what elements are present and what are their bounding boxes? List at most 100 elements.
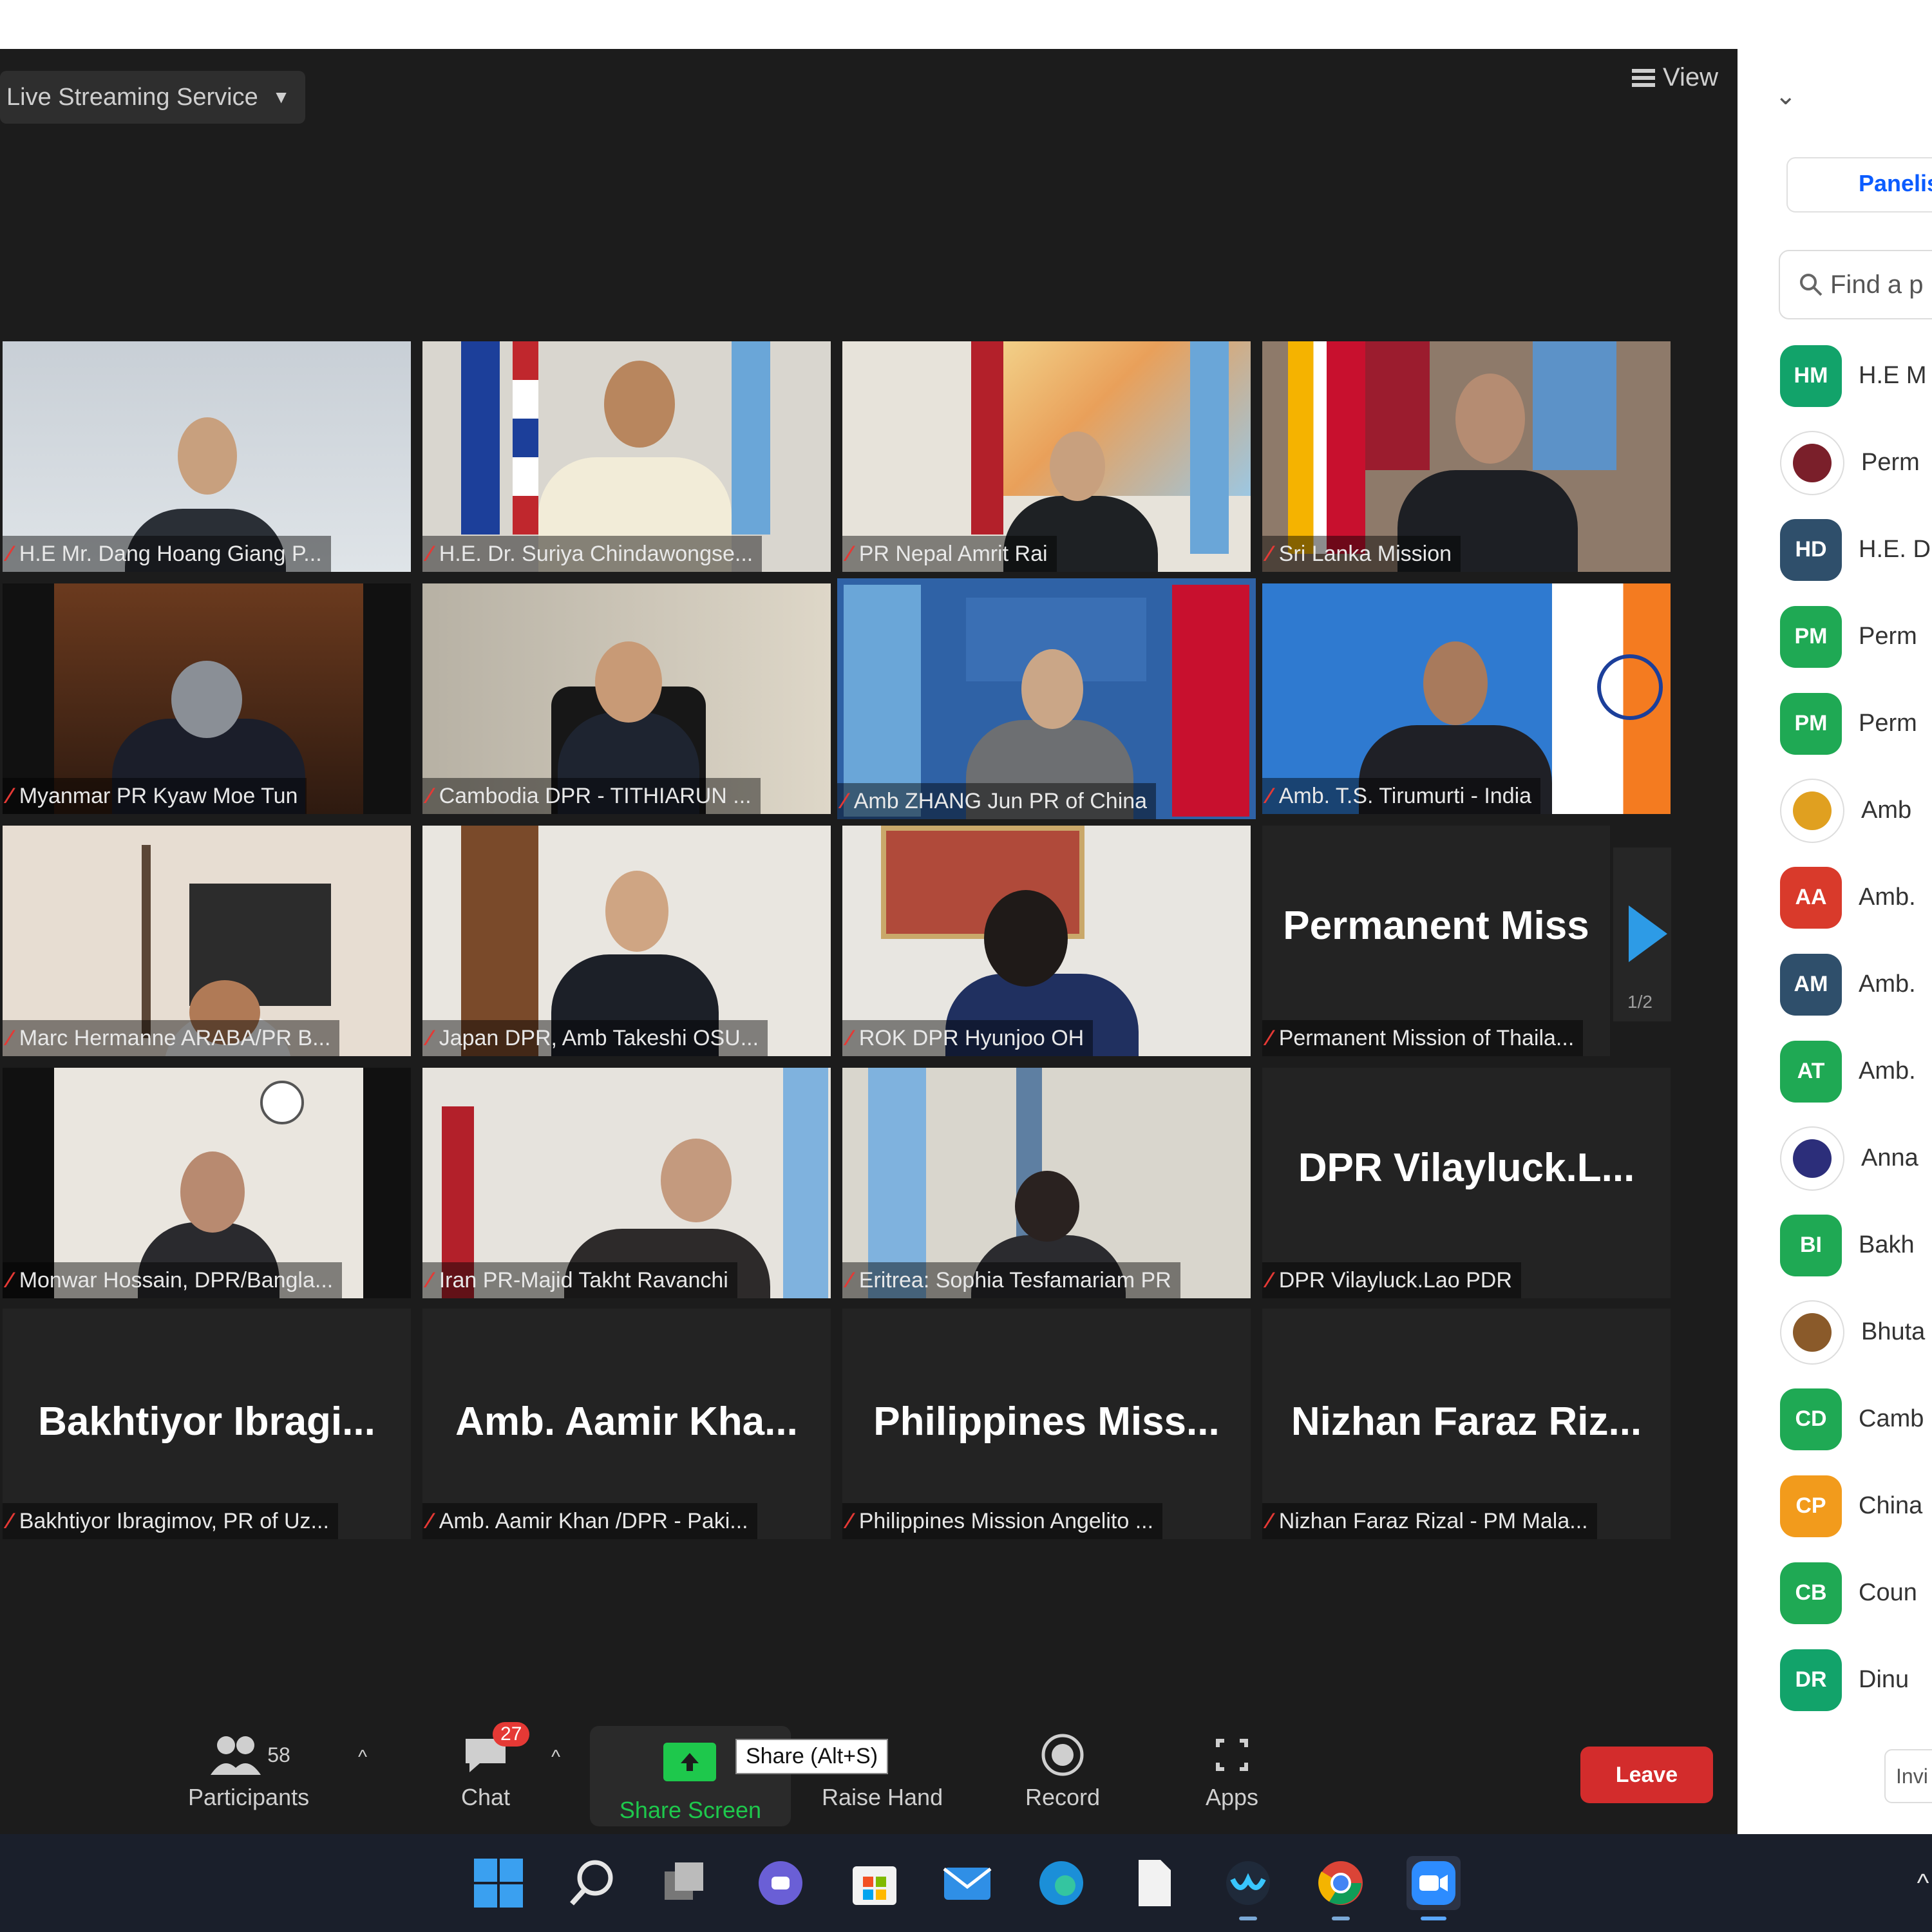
video-tile[interactable]: ⁄ Myanmar PR Kyaw Moe Tun	[3, 583, 411, 814]
chat-unread-badge: 27	[493, 1722, 530, 1747]
participant-name: Amb.	[1859, 971, 1916, 998]
participant-nameplate: ⁄ Cambodia DPR - TITHIARUN ...	[422, 778, 761, 814]
mic-muted-icon: ⁄	[428, 1025, 431, 1050]
video-tile[interactable]: ⁄ H.E Mr. Dang Hoang Giang P...	[3, 341, 411, 572]
chat-button[interactable]: 27 Chat	[461, 1722, 530, 1811]
participant-nameplate: ⁄ Amb ZHANG Jun PR of China	[837, 783, 1157, 819]
mail-icon[interactable]	[940, 1856, 994, 1910]
participant-nameplate: ⁄ Bakhtiyor Ibragimov, PR of Uz...	[3, 1503, 338, 1539]
participant-list-item[interactable]: AM Amb.	[1780, 941, 1931, 1028]
participant-list-item[interactable]: HM H.E M	[1780, 332, 1931, 419]
avatar: HD	[1780, 518, 1842, 581]
participants-button[interactable]: 58 Participants	[188, 1726, 309, 1811]
avatar: AA	[1780, 866, 1842, 929]
mic-muted-icon: ⁄	[1267, 783, 1271, 808]
raise-hand-label: Raise Hand	[822, 1784, 943, 1810]
chrome-icon[interactable]	[1314, 1856, 1368, 1920]
participant-list-item[interactable]: Amb	[1780, 767, 1931, 854]
mic-muted-icon: ⁄	[1267, 541, 1271, 566]
participant-nameplate: ⁄ ROK DPR Hyunjoo OH	[842, 1020, 1094, 1056]
video-tile[interactable]: ⁄ Japan DPR, Amb Takeshi OSU...	[422, 826, 831, 1056]
share-tooltip: Share (Alt+S)	[735, 1739, 889, 1774]
mic-muted-icon: ⁄	[842, 788, 846, 813]
live-streaming-dropdown[interactable]: Live Streaming Service ▼	[0, 71, 305, 124]
running-indicator	[1239, 1917, 1257, 1920]
task-view-icon[interactable]	[657, 1856, 711, 1910]
participant-name: Amb	[1861, 797, 1912, 824]
avatar	[1780, 430, 1844, 495]
next-page-button[interactable]: 1/2	[1613, 848, 1671, 1021]
participant-list-item[interactable]: PM Perm	[1780, 593, 1931, 680]
search-icon	[1800, 274, 1823, 296]
video-tile[interactable]: Bakhtiyor Ibragi... ⁄ Bakhtiyor Ibragimov…	[3, 1309, 411, 1539]
participant-list-item[interactable]: PM Perm	[1780, 680, 1931, 767]
mic-muted-icon: ⁄	[428, 1267, 431, 1293]
participant-nameplate: ⁄ H.E Mr. Dang Hoang Giang P...	[3, 536, 331, 572]
participant-list-item[interactable]: Anna	[1780, 1115, 1931, 1202]
grid-view-icon	[1632, 68, 1656, 87]
chevron-up-icon[interactable]: ^	[1896, 1856, 1932, 1910]
avatar: DR	[1780, 1649, 1842, 1711]
participant-list-item[interactable]: CD Camb	[1780, 1376, 1931, 1463]
video-tile[interactable]: ⁄ Iran PR-Majid Takht Ravanchi	[422, 1068, 831, 1298]
participant-name: Amb.	[1859, 884, 1916, 911]
file-icon[interactable]	[1127, 1856, 1181, 1910]
video-tile[interactable]: ⁄ ROK DPR Hyunjoo OH	[842, 826, 1251, 1056]
invite-button[interactable]: Invi	[1884, 1749, 1932, 1803]
zoom-icon[interactable]	[1406, 1856, 1461, 1920]
mic-muted-icon: ⁄	[428, 541, 431, 566]
avatar	[1780, 1126, 1844, 1191]
participant-name: Perm	[1861, 449, 1920, 476]
video-tile[interactable]: ⁄ Marc Hermanne ARABA/PR B...	[3, 826, 411, 1056]
store-icon[interactable]	[848, 1856, 902, 1910]
avatar: AT	[1780, 1040, 1842, 1103]
participant-list-item[interactable]: CB Coun	[1780, 1549, 1931, 1636]
participant-name: Dinu	[1859, 1666, 1909, 1693]
participant-list-item[interactable]: HD H.E. D	[1780, 506, 1931, 593]
participant-nameplate: ⁄ Eritrea: Sophia Tesfamariam PR	[842, 1262, 1180, 1298]
chat-label: Chat	[461, 1784, 511, 1810]
participant-list-item[interactable]: Perm	[1780, 419, 1931, 506]
participant-list-item[interactable]: Bhuta	[1780, 1289, 1931, 1376]
video-tile[interactable]: ⁄ Sri Lanka Mission	[1262, 341, 1671, 572]
chat-caret[interactable]: ^	[551, 1747, 560, 1768]
video-tile[interactable]: Philippines Miss... ⁄ Philippines Mission…	[842, 1309, 1251, 1539]
tab-panelists[interactable]: Panelis	[1859, 170, 1932, 197]
participant-search-input[interactable]: Find a p	[1779, 250, 1932, 319]
record-button[interactable]: Record	[1025, 1726, 1100, 1811]
edge-icon[interactable]	[1034, 1856, 1088, 1910]
participant-name: Coun	[1859, 1579, 1917, 1606]
apps-button[interactable]: Apps	[1206, 1726, 1258, 1811]
teams-chat-icon[interactable]	[753, 1856, 808, 1910]
participants-panel: ⌄ Panelis Find a p HM H.E M Perm HD H.E. D PM…	[1738, 49, 1932, 1834]
start-icon[interactable]	[471, 1856, 526, 1910]
avatar: CP	[1780, 1475, 1842, 1537]
view-button[interactable]: View	[1632, 63, 1718, 92]
video-tile[interactable]: DPR Vilayluck.L... ⁄ DPR Vilayluck.Lao PD…	[1262, 1068, 1671, 1298]
search-icon[interactable]	[565, 1856, 620, 1910]
video-tile[interactable]: ⁄ Monwar Hossain, DPR/Bangla...	[3, 1068, 411, 1298]
webex-icon[interactable]	[1221, 1856, 1275, 1920]
record-label: Record	[1025, 1784, 1101, 1810]
video-tile[interactable]: ⁄ H.E. Dr. Suriya Chindawongse...	[422, 341, 831, 572]
video-tile[interactable]: ⁄ Amb. T.S. Tirumurti - India	[1262, 583, 1671, 814]
participant-list-item[interactable]: AA Amb.	[1780, 854, 1931, 941]
participant-name: China	[1859, 1492, 1923, 1519]
participant-list-item[interactable]: AT Amb.	[1780, 1028, 1931, 1115]
video-tile[interactable]: Nizhan Faraz Riz... ⁄ Nizhan Faraz Rizal …	[1262, 1309, 1671, 1539]
participants-caret[interactable]: ^	[358, 1747, 367, 1768]
participant-name-placeholder: Bakhtiyor Ibragi...	[38, 1399, 375, 1444]
active-speaker-tile[interactable]: ⁄ Amb ZHANG Jun PR of China	[837, 578, 1256, 819]
avatar: PM	[1780, 605, 1842, 668]
leave-button[interactable]: Leave	[1580, 1747, 1713, 1803]
collapse-chevron-icon[interactable]: ⌄	[1775, 81, 1797, 111]
video-tile[interactable]: ⁄ PR Nepal Amrit Rai	[842, 341, 1251, 572]
view-label: View	[1663, 63, 1718, 91]
video-tile[interactable]: Amb. Aamir Kha... ⁄ Amb. Aamir Khan /DPR …	[422, 1309, 831, 1539]
video-tile[interactable]: ⁄ Eritrea: Sophia Tesfamariam PR	[842, 1068, 1251, 1298]
video-tile[interactable]: ⁄ Cambodia DPR - TITHIARUN ...	[422, 583, 831, 814]
participant-list-item[interactable]: CP China	[1780, 1463, 1931, 1549]
participant-list-item[interactable]: BI Bakh	[1780, 1202, 1931, 1289]
video-tile[interactable]: Permanent Miss ⁄ Permanent Mission of Tha…	[1262, 826, 1610, 1056]
participant-list-item[interactable]: DR Dinu	[1780, 1636, 1931, 1723]
